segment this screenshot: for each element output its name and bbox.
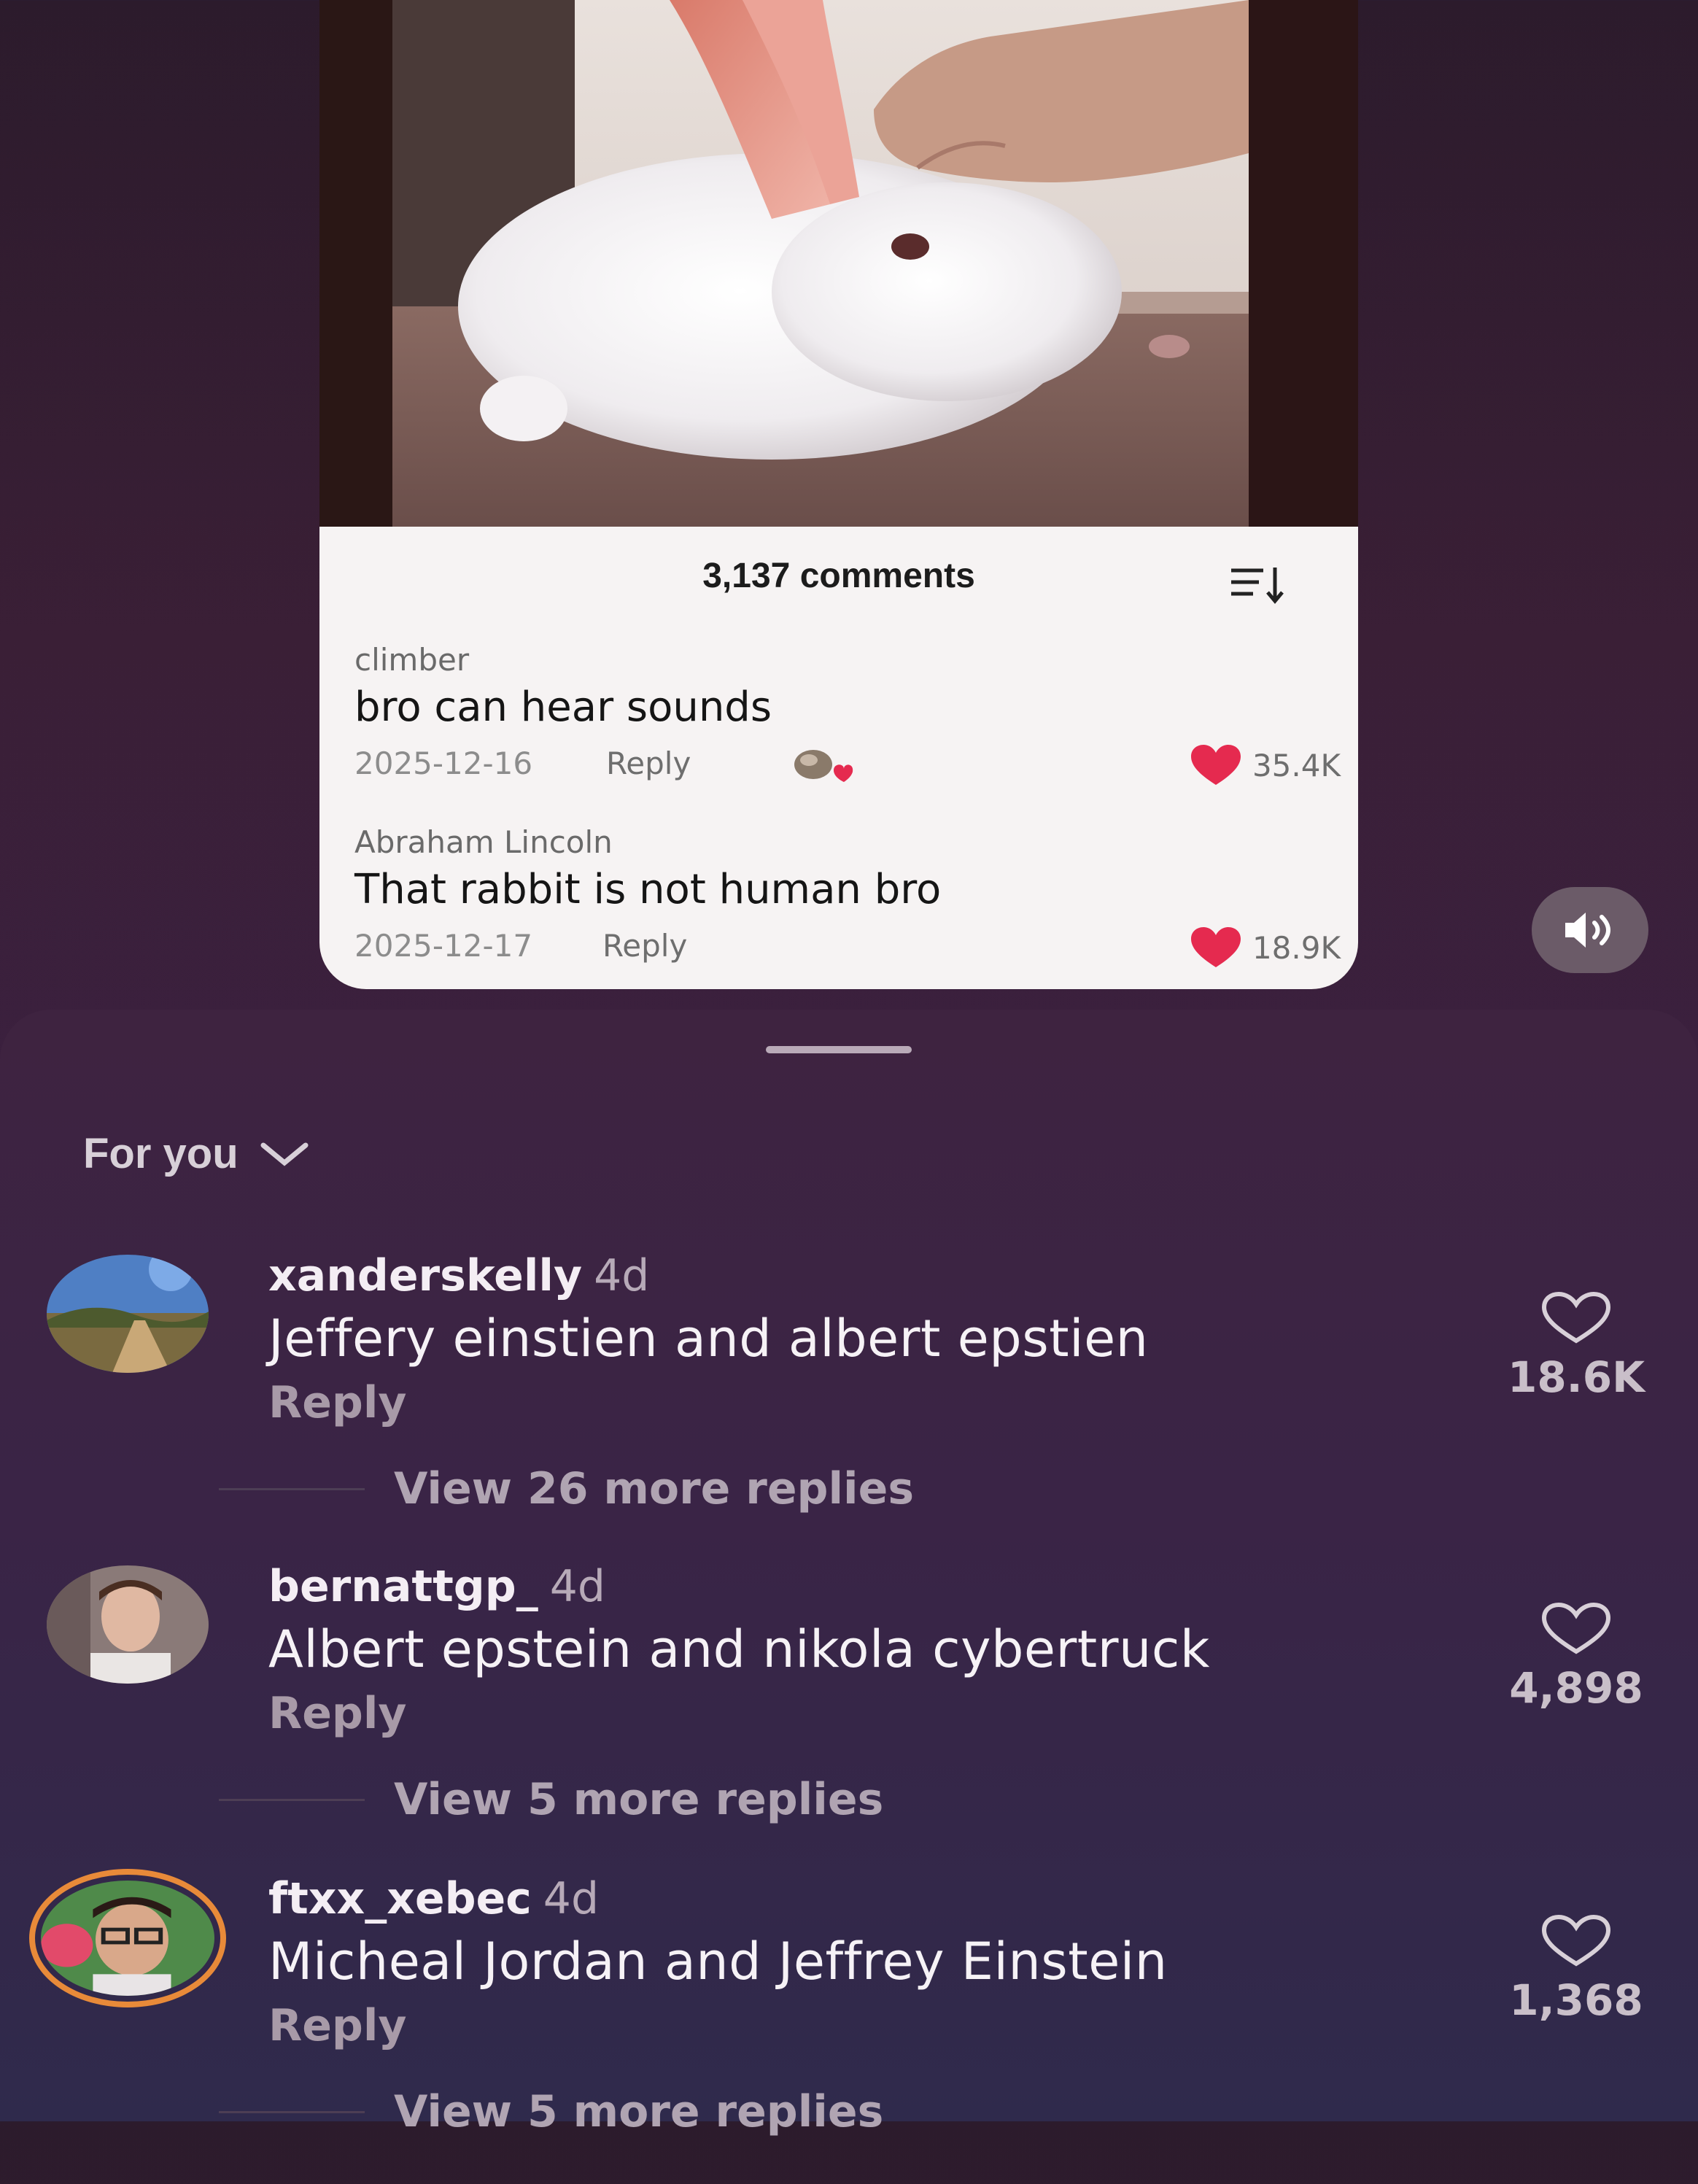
reply-button[interactable]: Reply xyxy=(602,928,687,964)
avatar[interactable] xyxy=(47,1565,209,1684)
like-count: 35.4K xyxy=(1252,747,1341,783)
view-more-replies-label: View 26 more replies xyxy=(394,1463,915,1514)
heart-filled-icon xyxy=(1190,745,1241,785)
comment-like[interactable]: 18.9K xyxy=(1190,926,1341,969)
heart-outline-icon xyxy=(1541,1602,1611,1654)
view-more-replies[interactable]: View 5 more replies xyxy=(219,1774,883,1825)
avatar-with-story-ring[interactable] xyxy=(29,1869,226,2007)
comments-count-title: 3,137 comments xyxy=(702,557,975,595)
filter-label: For you xyxy=(83,1130,239,1177)
video-player[interactable]: 3,137 comments climber bro can hear soun… xyxy=(319,0,1358,989)
comment-username[interactable]: ftxx_xebec xyxy=(268,1873,532,1924)
comment-text: Micheal Jordan and Jeffrey Einstein xyxy=(268,1932,1168,1991)
avatar[interactable] xyxy=(47,1255,209,1373)
like-count: 18.9K xyxy=(1252,929,1341,966)
comment-item: bernattgp_ 4d Albert epstein and nikola c… xyxy=(0,1561,1698,1872)
comment-text: Albert epstein and nikola cybertruck xyxy=(268,1619,1210,1679)
comment-text: bro can hear sounds xyxy=(354,684,772,731)
comment-username[interactable]: bernattgp_ xyxy=(268,1561,538,1612)
comment-filter-dropdown[interactable]: For you xyxy=(83,1129,310,1178)
like-button[interactable]: 1,368 xyxy=(1492,1914,1660,2025)
view-more-replies[interactable]: View 5 more replies xyxy=(219,2086,883,2137)
reply-button[interactable]: Reply xyxy=(606,746,691,781)
comment-date: 2025-12-17 xyxy=(354,928,533,964)
sound-toggle-button[interactable] xyxy=(1532,887,1648,973)
comment-time: 4d xyxy=(594,1250,650,1301)
sticker-icon xyxy=(794,750,853,782)
speaker-on-icon xyxy=(1565,913,1610,948)
embedded-comment: Abraham Lincoln That rabbit is not human… xyxy=(354,824,1341,972)
reply-button[interactable]: Reply xyxy=(268,2000,407,2051)
view-more-replies[interactable]: View 26 more replies xyxy=(219,1463,914,1514)
comment-username: climber xyxy=(354,642,470,678)
comment-item: ftxx_xebec 4d Micheal Jordan and Jeffrey … xyxy=(0,1869,1698,2184)
video-frame xyxy=(319,0,1358,527)
like-count: 4,898 xyxy=(1509,1663,1643,1713)
drag-handle[interactable] xyxy=(766,1046,912,1053)
chevron-down-icon xyxy=(260,1142,309,1166)
heart-outline-icon xyxy=(1541,1914,1611,1967)
heart-filled-icon xyxy=(1190,927,1241,967)
view-more-replies-label: View 5 more replies xyxy=(394,2086,884,2137)
comment-text: Jeffery einstien and albert epstien xyxy=(268,1309,1149,1368)
reply-button[interactable]: Reply xyxy=(268,1377,407,1428)
comment-time: 4d xyxy=(543,1873,600,1924)
comments-sheet: For you xanderskelly 4d Jeffery einstien … xyxy=(0,1010,1698,2137)
sort-icon[interactable] xyxy=(1228,562,1287,605)
comment-date: 2025-12-16 xyxy=(354,746,533,781)
like-count: 18.6K xyxy=(1507,1352,1645,1402)
comment-like[interactable]: 35.4K xyxy=(1190,744,1341,786)
reply-button[interactable]: Reply xyxy=(268,1688,407,1739)
like-button[interactable]: 4,898 xyxy=(1492,1602,1660,1713)
like-count: 1,368 xyxy=(1509,1975,1643,2025)
comment-username: Abraham Lincoln xyxy=(354,824,613,860)
heart-outline-icon xyxy=(1541,1291,1611,1344)
comment-time: 4d xyxy=(549,1561,605,1612)
comment-text: That rabbit is not human bro xyxy=(354,866,942,913)
comment-username[interactable]: xanderskelly xyxy=(268,1250,582,1301)
embedded-comment: climber bro can hear sounds 2025-12-16 R… xyxy=(354,642,1341,789)
comment-item: xanderskelly 4d Jeffery einstien and albe… xyxy=(0,1250,1698,1561)
rabbit-image xyxy=(392,0,1249,527)
like-button[interactable]: 18.6K xyxy=(1492,1291,1660,1402)
view-more-replies-label: View 5 more replies xyxy=(394,1774,884,1825)
embedded-comments-panel: 3,137 comments climber bro can hear soun… xyxy=(319,527,1358,989)
